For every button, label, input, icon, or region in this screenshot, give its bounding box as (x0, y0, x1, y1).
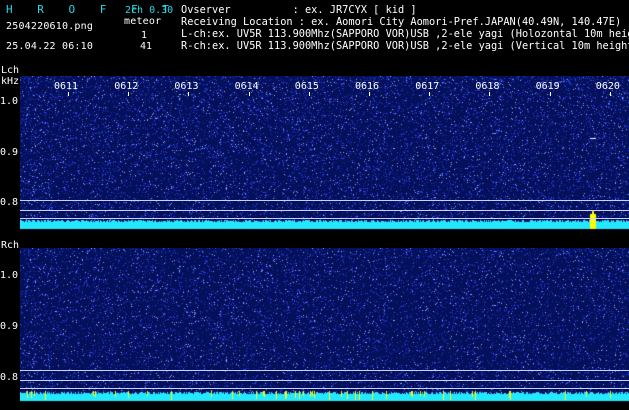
time-tick (248, 92, 250, 96)
time-label-0614: 0614 (234, 81, 259, 92)
rch-ytick-3: 0.8 (0, 372, 19, 383)
time-tick (549, 92, 551, 96)
time-label-0617: 0617 (415, 81, 440, 92)
time-label-0613: 0613 (174, 81, 199, 92)
rch-ref-line-2 (20, 380, 629, 381)
rch-ref-line-3 (20, 388, 629, 389)
time-tick (609, 92, 611, 96)
lch-meteor-count: 1 (141, 30, 148, 41)
time-label-0611: 0611 (54, 81, 79, 92)
lch-spectrogram-canvas (20, 76, 629, 231)
rch-ref-line-1 (20, 370, 629, 371)
observer-line: Ovserver : ex. JR7CYX [ kid ] (181, 4, 417, 16)
filename-label: 2504220610.png (6, 21, 94, 32)
lch-ref-line-2 (20, 210, 629, 211)
datetime-label: 25.04.22 06:10 (6, 41, 94, 52)
meteor-label: meteor (124, 16, 162, 27)
time-label-0612: 0612 (114, 81, 139, 92)
rch-ytick-1: 1.0 (0, 270, 19, 281)
lch-spectrogram (20, 76, 629, 231)
lch-label: Lch (1, 65, 20, 76)
time-label-0615: 0615 (294, 81, 319, 92)
location-line: Receiving Location : ex. Aomori City Aom… (181, 16, 622, 28)
time-label-0616: 0616 (355, 81, 380, 92)
lch-ytick-2: 0.9 (0, 147, 19, 158)
lch-ytick-3: 0.8 (0, 197, 19, 208)
time-label-0618: 0618 (475, 81, 500, 92)
rch-settings-line: R-ch:ex. UV5R 113.900Mhz(SAPPORO VOR)USB… (181, 40, 629, 52)
time-tick (128, 92, 130, 96)
time-tick (429, 92, 431, 96)
version-label: 2ch 0.30 (125, 5, 174, 16)
lch-ref-line-1 (20, 200, 629, 201)
rch-label: Rch (1, 240, 20, 251)
time-label-0619: 0619 (535, 81, 560, 92)
rch-ytick-2: 0.9 (0, 321, 19, 332)
time-tick (369, 92, 370, 96)
time-tick (308, 92, 310, 96)
time-tick (489, 92, 491, 96)
lch-ref-line-3 (20, 218, 629, 219)
lch-unit-label: kHz (1, 76, 20, 87)
rch-meteor-count: 41 (140, 41, 153, 52)
time-label-0620: 0620 (595, 81, 620, 92)
time-tick (188, 92, 190, 96)
time-tick (68, 92, 69, 96)
lch-ytick-1: 1.0 (0, 96, 19, 107)
lch-settings-line: L-ch:ex. UV5R 113.900Mhz(SAPPORO VOR)USB… (181, 28, 629, 40)
